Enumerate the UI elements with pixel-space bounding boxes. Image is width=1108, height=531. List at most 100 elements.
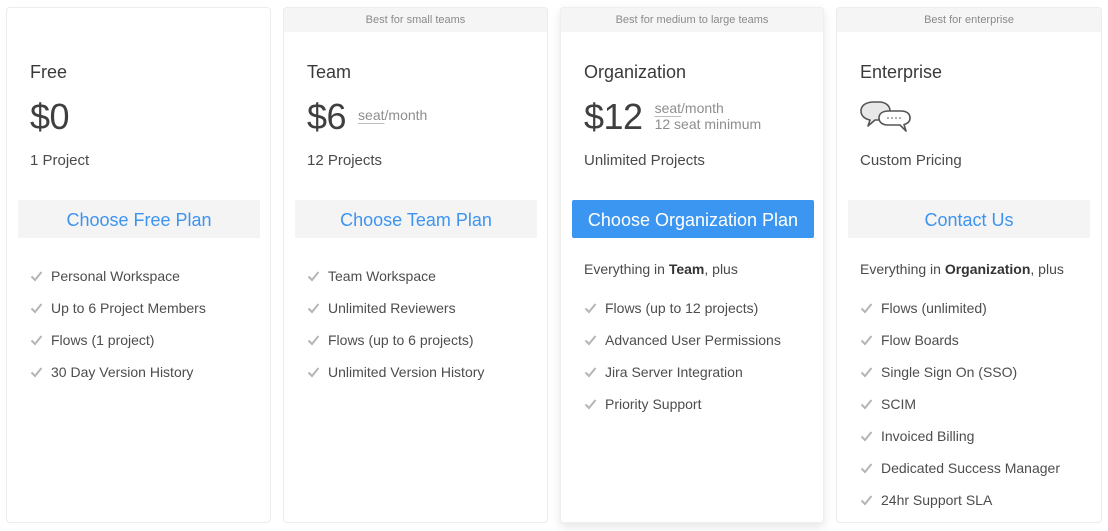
feature-label: Flows (up to 12 projects) — [605, 300, 759, 316]
seat-minimum-note: 12 seat minimum — [654, 116, 762, 132]
chat-bubbles-icon — [860, 100, 912, 141]
plan-card-team: Best for small teams Team $6 seat/month … — [283, 7, 548, 523]
feature-item: SCIM — [860, 388, 1064, 420]
check-icon — [860, 431, 873, 442]
feature-item: Flows (up to 6 projects) — [307, 324, 484, 356]
plan-name: Enterprise — [860, 62, 943, 82]
check-icon — [307, 335, 320, 346]
check-icon — [30, 335, 43, 346]
plan-card-free: Free $0 1 Project Choose Free Plan Perso… — [6, 7, 271, 523]
check-icon — [860, 399, 873, 410]
feature-item: Priority Support — [584, 388, 781, 420]
check-icon — [584, 303, 597, 314]
plan-ribbon: Best for small teams — [284, 8, 547, 32]
feature-label: Flows (1 project) — [51, 332, 155, 348]
feature-label: Dedicated Success Manager — [881, 460, 1060, 476]
plan-card-enterprise: Best for enterprise Enterprise Custom Pr… — [836, 7, 1102, 523]
feature-item: Dedicated Success Manager — [860, 452, 1064, 484]
feature-list: Everything in Organization, plus Flows (… — [860, 260, 1064, 516]
feature-label: Invoiced Billing — [881, 428, 975, 444]
choose-team-plan-button[interactable]: Choose Team Plan — [295, 200, 537, 238]
seat-term[interactable]: seat — [655, 100, 681, 116]
feature-label: Unlimited Version History — [328, 364, 485, 380]
feature-label: Flow Boards — [881, 332, 959, 348]
feature-label: Single Sign On (SSO) — [881, 364, 1018, 380]
feature-intro: Everything in Team, plus — [584, 260, 781, 292]
check-icon — [307, 303, 320, 314]
feature-list: Personal Workspace Up to 6 Project Membe… — [30, 260, 206, 388]
check-icon — [860, 463, 873, 474]
feature-item: Unlimited Reviewers — [307, 292, 484, 324]
check-icon — [584, 399, 597, 410]
feature-label: Team Workspace — [328, 268, 436, 284]
per-month-label: /month — [681, 100, 724, 116]
feature-item: Single Sign On (SSO) — [860, 356, 1064, 388]
feature-item: Personal Workspace — [30, 260, 206, 292]
check-icon — [860, 303, 873, 314]
plan-ribbon — [7, 8, 270, 32]
price-unit: seat/month 12 seat minimum — [655, 100, 762, 132]
feature-label: Flows (up to 6 projects) — [328, 332, 474, 348]
check-icon — [307, 367, 320, 378]
feature-item: 24hr Support SLA — [860, 484, 1064, 516]
feature-item: Flows (up to 12 projects) — [584, 292, 781, 324]
per-month-label: /month — [384, 107, 428, 123]
feature-item: Flow Boards — [860, 324, 1064, 356]
feature-label: Jira Server Integration — [605, 364, 743, 380]
plan-card-organization: Best for medium to large teams Organizat… — [560, 7, 824, 523]
intro-plan-name: Team — [668, 261, 705, 277]
price-unit: seat/month — [358, 107, 427, 123]
plan-pricing: Custom Pricing — [860, 152, 962, 169]
intro-plan-name: Organization — [944, 261, 1031, 277]
plan-name: Free — [30, 62, 68, 82]
plan-name: Organization — [584, 62, 687, 82]
feature-intro: Everything in Organization, plus — [860, 260, 1064, 292]
feature-item: Advanced User Permissions — [584, 324, 781, 356]
intro-suffix: , plus — [704, 261, 738, 277]
price-row: $0 — [30, 96, 70, 137]
check-icon — [307, 271, 320, 282]
check-icon — [30, 303, 43, 314]
check-icon — [30, 271, 43, 282]
seat-term[interactable]: seat — [358, 107, 384, 123]
feature-item: Up to 6 Project Members — [30, 292, 206, 324]
choose-free-plan-button[interactable]: Choose Free Plan — [18, 200, 260, 238]
feature-label: Personal Workspace — [51, 268, 180, 284]
feature-label: SCIM — [881, 396, 916, 412]
feature-label: 24hr Support SLA — [881, 492, 993, 508]
feature-item: Jira Server Integration — [584, 356, 781, 388]
check-icon — [860, 335, 873, 346]
plan-projects: 1 Project — [30, 152, 90, 169]
price-row: $12 seat/month 12 seat minimum — [584, 97, 761, 137]
feature-item: Unlimited Version History — [307, 356, 484, 388]
feature-label: Unlimited Reviewers — [328, 300, 456, 316]
plan-name: Team — [307, 62, 352, 82]
plan-projects: Unlimited Projects — [584, 152, 705, 169]
check-icon — [584, 367, 597, 378]
feature-item: Flows (unlimited) — [860, 292, 1064, 324]
choose-organization-plan-button[interactable]: Choose Organization Plan — [572, 200, 814, 238]
feature-label: Priority Support — [605, 396, 702, 412]
intro-prefix: Everything in — [860, 261, 945, 277]
pricing-plans: Free $0 1 Project Choose Free Plan Perso… — [0, 0, 1108, 531]
plan-price: $0 — [30, 96, 70, 137]
feature-list: Team Workspace Unlimited Reviewers Flows… — [307, 260, 484, 388]
plan-price: $6 — [307, 96, 347, 137]
feature-item: Flows (1 project) — [30, 324, 206, 356]
feature-list: Everything in Team, plus Flows (up to 12… — [584, 260, 781, 420]
check-icon — [30, 367, 43, 378]
feature-label: 30 Day Version History — [51, 364, 194, 380]
check-icon — [860, 495, 873, 506]
plan-price: $12 — [584, 96, 643, 137]
contact-us-button[interactable]: Contact Us — [848, 200, 1090, 238]
feature-label: Up to 6 Project Members — [51, 300, 206, 316]
feature-item: Invoiced Billing — [860, 420, 1064, 452]
feature-label: Advanced User Permissions — [605, 332, 781, 348]
check-icon — [584, 335, 597, 346]
feature-item: Team Workspace — [307, 260, 484, 292]
feature-label: Flows (unlimited) — [881, 300, 987, 316]
plan-ribbon: Best for medium to large teams — [561, 8, 823, 32]
intro-suffix: , plus — [1030, 261, 1064, 277]
intro-prefix: Everything in — [584, 261, 669, 277]
feature-item: 30 Day Version History — [30, 356, 206, 388]
